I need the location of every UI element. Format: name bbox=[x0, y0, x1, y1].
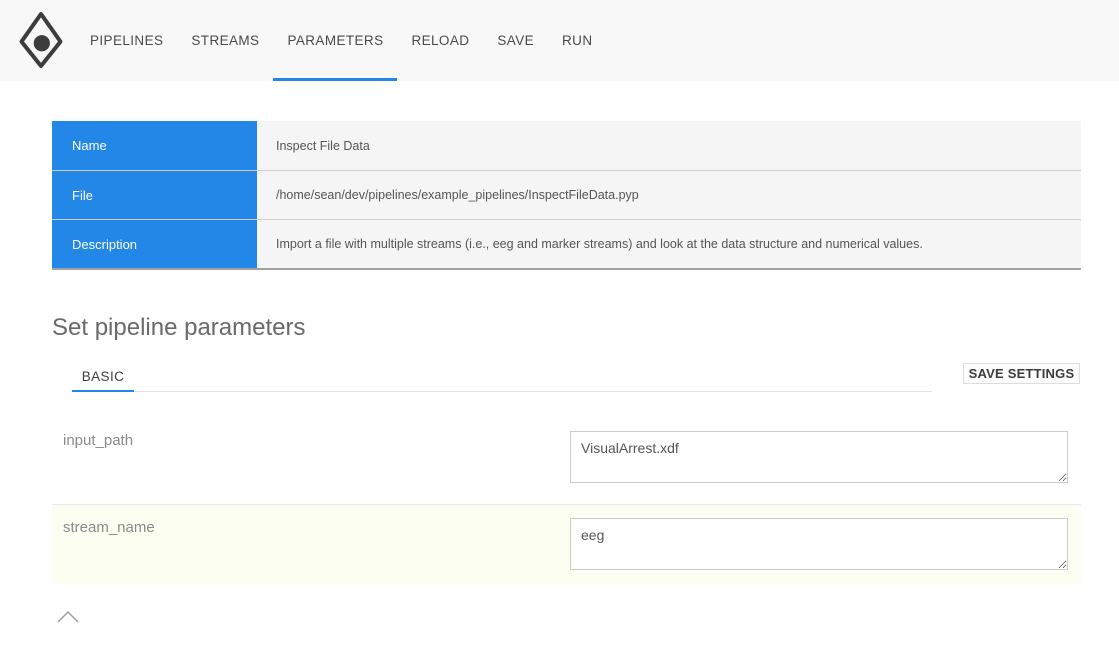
table-row-file: File /home/sean/dev/pipelines/example_pi… bbox=[52, 170, 1081, 219]
row-value-name: Inspect File Data bbox=[257, 121, 1081, 170]
stream-name-field[interactable]: eeg bbox=[570, 518, 1068, 570]
tab-basic[interactable]: BASIC bbox=[72, 366, 134, 392]
nav-item-streams[interactable]: STREAMS bbox=[177, 0, 273, 81]
row-value-description: Import a file with multiple streams (i.e… bbox=[257, 219, 1081, 268]
field-label-stream-name: stream_name bbox=[63, 519, 155, 536]
nav-item-reload[interactable]: RELOAD bbox=[397, 0, 483, 81]
nav-item-parameters[interactable]: PARAMETERS bbox=[273, 0, 398, 81]
nav-item-save[interactable]: SAVE bbox=[483, 0, 548, 81]
table-row-description: Description Import a file with multiple … bbox=[52, 219, 1081, 268]
nav-item-pipelines[interactable]: PIPELINES bbox=[76, 0, 177, 81]
page-title: Set pipeline parameters bbox=[52, 314, 306, 341]
diamond-dot-logo-icon bbox=[19, 11, 63, 69]
table-row-name: Name Inspect File Data bbox=[52, 121, 1081, 170]
app-window: PIPELINES STREAMS PARAMETERS RELOAD SAVE… bbox=[0, 0, 1119, 659]
save-settings-button[interactable]: SAVE SETTINGS bbox=[963, 363, 1080, 384]
row-label-file: File bbox=[52, 170, 257, 219]
input-path-field[interactable]: VisualArrest.xdf bbox=[570, 431, 1068, 483]
top-navigation-bar: PIPELINES STREAMS PARAMETERS RELOAD SAVE… bbox=[0, 0, 1119, 81]
nav-item-run[interactable]: RUN bbox=[548, 0, 606, 81]
field-label-input-path: input_path bbox=[63, 432, 134, 449]
tab-bar-divider bbox=[72, 391, 932, 392]
pipeline-info-table: Name Inspect File Data File /home/sean/d… bbox=[52, 121, 1081, 270]
row-label-description: Description bbox=[52, 219, 257, 268]
row-value-file: /home/sean/dev/pipelines/example_pipelin… bbox=[257, 170, 1081, 219]
row-label-name: Name bbox=[52, 121, 257, 170]
collapse-section-button[interactable] bbox=[55, 607, 81, 627]
chevron-up-icon bbox=[57, 611, 79, 623]
app-logo bbox=[13, 8, 69, 72]
nav-items: PIPELINES STREAMS PARAMETERS RELOAD SAVE… bbox=[76, 0, 606, 81]
